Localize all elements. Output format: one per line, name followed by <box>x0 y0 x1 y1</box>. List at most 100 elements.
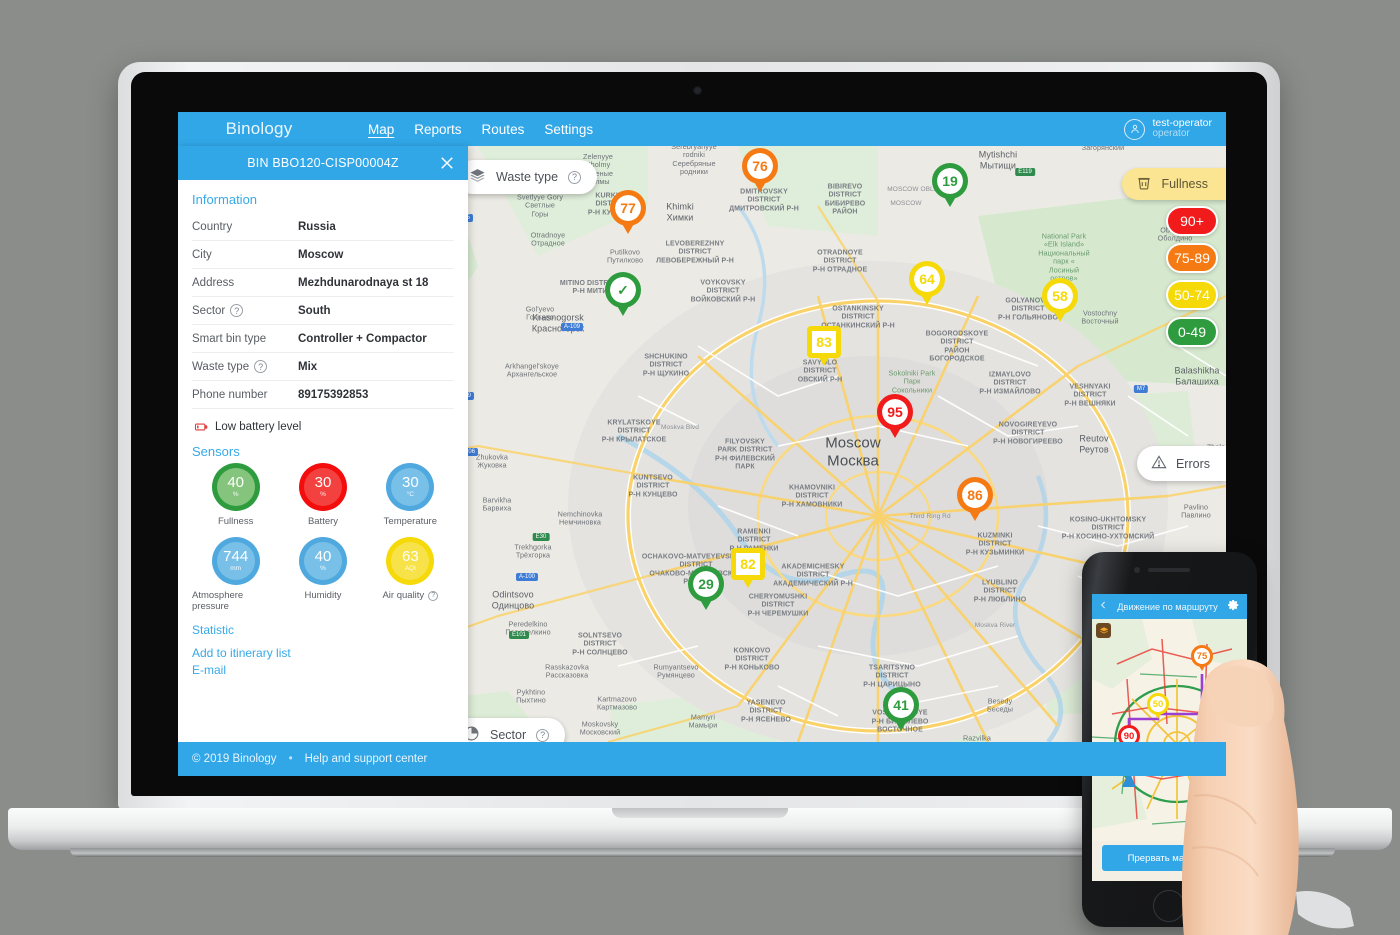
user-identity: test-operator operator <box>1152 117 1212 140</box>
gauge-help-icon[interactable]: ? <box>428 590 439 601</box>
gauge-value: 40 <box>314 548 332 566</box>
sensor-gauge: 63 AQI Air quality? <box>367 537 454 620</box>
info-row: Phone number 89175392853 <box>192 381 454 409</box>
info-row-value: 89175392853 <box>298 388 369 401</box>
gauge-unit: °C <box>406 491 414 499</box>
gauge-label-text: Temperature <box>383 516 437 527</box>
layers-icon <box>469 167 486 187</box>
marker-head: 95 <box>877 394 913 430</box>
marker-head: 41 <box>883 687 919 723</box>
sensor-gauge: 744 mm Atmosphere pressure <box>192 537 279 620</box>
marker-tail <box>621 222 635 234</box>
legend-pill[interactable]: 90+ <box>1166 206 1218 236</box>
marker-head: 29 <box>688 566 724 602</box>
sensors-section-title: Sensors <box>192 444 240 459</box>
road-shield: M7 <box>1133 385 1149 393</box>
gauge-label-text: Fullness <box>217 516 254 527</box>
map-bin-marker[interactable]: 77 <box>610 190 646 234</box>
marker-tail <box>894 719 908 731</box>
legend-pill[interactable]: 50-74 <box>1166 280 1218 310</box>
email-link[interactable]: E-mail <box>192 663 454 677</box>
fullness-legend: 90+ 75-89 50-74 0-49 <box>1166 206 1218 347</box>
gauge-inner: 63 AQI <box>391 542 430 580</box>
gauge-ring: 30% <box>298 463 347 511</box>
info-row-value: Moscow <box>298 248 344 261</box>
waste-type-help-icon[interactable]: ? <box>568 170 582 184</box>
nav-menu: Map Reports Routes Settings <box>368 112 593 146</box>
map-bin-marker[interactable]: 86 <box>957 477 993 521</box>
bin-icon <box>1136 174 1152 194</box>
info-row-key: Smart bin type <box>192 332 267 345</box>
marker-tail <box>753 180 767 192</box>
nav-item-routes[interactable]: Routes <box>482 120 525 139</box>
fullness-legend-button[interactable]: Fullness <box>1122 168 1226 200</box>
bin-detail-panel: BIN BBO120-CISP00004Z Information Countr… <box>178 146 468 742</box>
gauge-label-text: Air quality <box>382 590 425 601</box>
map-bin-marker[interactable]: 76 <box>742 148 778 192</box>
marker-value: 76 <box>752 158 768 174</box>
brand-logo[interactable]: Binology <box>178 119 340 139</box>
panel-body: Information Country Russia City Moscow Addre… <box>178 180 468 742</box>
map-bin-marker[interactable]: 83 <box>807 326 841 366</box>
statistic-link[interactable]: Statistic <box>192 623 454 637</box>
map-bin-marker[interactable]: 82 <box>731 548 765 588</box>
sensor-gauge: 30 °C Temperature <box>367 463 454 535</box>
info-row: Sector? South <box>192 297 454 325</box>
gauge-label-text: Humidity <box>304 590 342 601</box>
gauge-value: 30 <box>401 474 419 492</box>
user-role: operator <box>1152 128 1190 140</box>
phone-speaker <box>1148 568 1190 572</box>
phone-route-marker[interactable]: 50 <box>1147 693 1169 719</box>
gauge-ring: 40% <box>211 463 260 511</box>
close-icon[interactable] <box>438 154 456 172</box>
map-layers-icon[interactable] <box>1096 623 1111 638</box>
map-bin-marker[interactable]: 58 <box>1042 278 1078 322</box>
info-row-key: Waste type? <box>192 360 298 373</box>
top-navigation-bar: Binology Map Reports Routes Settings tes… <box>178 112 1226 146</box>
map-bin-marker[interactable]: 41 <box>883 687 919 731</box>
waste-type-filter-button[interactable]: Waste type ? <box>456 160 598 194</box>
map-bin-marker[interactable]: 19 <box>932 163 968 207</box>
marker-tail <box>741 576 755 588</box>
road-shield: E119 <box>1015 168 1035 176</box>
errors-button[interactable]: Errors <box>1136 446 1226 481</box>
info-row-key: Country <box>192 220 233 233</box>
battery-low-icon <box>194 420 208 434</box>
info-row-help-icon[interactable]: ? <box>230 304 244 317</box>
chevron-left-icon[interactable] <box>1099 599 1108 614</box>
sector-label: Sector <box>490 728 527 742</box>
info-row-value: Mezhdunarodnaya st 18 <box>298 276 429 289</box>
gauge-ring: 63 AQI <box>386 537 435 585</box>
map-bin-marker[interactable]: 64 <box>909 261 945 305</box>
phone-camera-icon <box>1134 567 1140 573</box>
marker-tail <box>920 293 934 305</box>
user-menu[interactable]: test-operator operator <box>1124 117 1226 140</box>
gauge-ring: 30 °C <box>386 463 435 511</box>
nav-item-map[interactable]: Map <box>368 120 394 139</box>
info-row-key: City <box>192 248 212 261</box>
legend-pill[interactable]: 0-49 <box>1166 317 1218 347</box>
nav-item-reports[interactable]: Reports <box>414 120 461 139</box>
legend-pill[interactable]: 75-89 <box>1166 243 1218 273</box>
app-footer: © 2019 Binology • Help and support cente… <box>178 742 1226 776</box>
sensor-gauge: 40% Fullness <box>192 463 279 535</box>
map-bin-marker[interactable]: ✓ <box>605 272 641 316</box>
marker-tail <box>888 426 902 438</box>
help-and-support-link[interactable]: Help and support center <box>305 753 428 765</box>
marker-tail <box>699 598 713 610</box>
info-row-help-icon[interactable]: ? <box>254 360 268 373</box>
gauge-value: 63 <box>401 548 419 566</box>
map-bin-marker[interactable]: 95 <box>877 394 913 438</box>
info-row: Country Russia <box>192 213 454 241</box>
info-row-key: Sector? <box>192 304 298 317</box>
sector-help-icon[interactable]: ? <box>536 728 550 742</box>
panel-title: BIN BBO120-CISP00004Z <box>247 156 399 170</box>
add-to-itinerary-link[interactable]: Add to itinerary list <box>192 646 454 660</box>
map-bin-marker[interactable]: 29 <box>688 566 724 610</box>
marker-value: 41 <box>893 697 909 713</box>
marker-value: 83 <box>816 334 832 350</box>
gauge-unit: AQI <box>404 565 416 573</box>
info-row-value: Controller + Compactor <box>298 332 427 345</box>
nav-item-settings[interactable]: Settings <box>544 120 593 139</box>
gauge-label: Humidity <box>305 590 342 601</box>
